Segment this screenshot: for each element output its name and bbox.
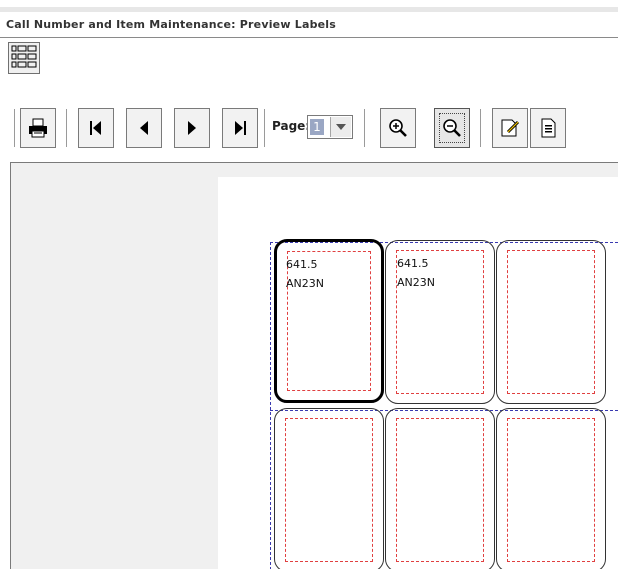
label-cut-line <box>396 418 484 562</box>
previous-page-button[interactable] <box>126 108 162 148</box>
label-call-number: 641.5 <box>286 258 318 271</box>
last-page-icon <box>235 121 246 135</box>
next-page-icon <box>188 121 196 135</box>
label-call-number: 641.5 <box>397 257 429 270</box>
label-cell[interactable]: 641.5 AN23N <box>274 239 384 403</box>
first-page-icon <box>90 121 101 135</box>
edit-icon <box>501 119 520 137</box>
label-layout-button[interactable] <box>8 42 40 74</box>
page-select[interactable]: 1 <box>307 115 353 139</box>
focus-rectangle <box>439 113 465 143</box>
title-bar: Call Number and Item Maintenance: Previe… <box>0 0 618 38</box>
preview-toolbar: Page: 1 <box>0 108 618 150</box>
sheet-guide-line <box>270 242 271 569</box>
first-page-button[interactable] <box>78 108 114 148</box>
toolbar-separator <box>480 109 484 147</box>
toolbar-separator <box>66 109 70 147</box>
label-cut-line <box>287 251 371 391</box>
label-cell[interactable] <box>496 240 606 404</box>
print-icon <box>29 118 47 138</box>
label-sheet: 641.5 AN23N 641.5 AN23N <box>218 177 618 569</box>
label-cell[interactable] <box>385 408 495 569</box>
page-select-arrow[interactable] <box>330 117 351 137</box>
zoom-in-button[interactable] <box>380 108 416 148</box>
toolbar-separator <box>14 109 18 147</box>
label-cut-line <box>285 418 373 562</box>
label-grid-icon <box>11 45 37 68</box>
zoom-in-icon <box>389 119 407 137</box>
document-icon <box>541 118 556 138</box>
toolbar-separator <box>364 109 368 147</box>
zoom-out-button[interactable] <box>434 108 470 148</box>
next-page-button[interactable] <box>174 108 210 148</box>
preview-area: 641.5 AN23N 641.5 AN23N <box>10 162 618 569</box>
last-page-button[interactable] <box>222 108 258 148</box>
label-cell[interactable] <box>496 408 606 569</box>
chevron-down-icon <box>336 124 346 130</box>
toolbar-separator <box>264 109 268 147</box>
page-label: Page: <box>272 119 311 133</box>
label-cut-line <box>507 418 595 562</box>
label-cut-line <box>507 250 595 394</box>
label-cell[interactable] <box>274 408 384 569</box>
previous-page-icon <box>140 121 148 135</box>
label-cutter: AN23N <box>397 276 435 289</box>
document-button[interactable] <box>530 108 566 148</box>
title-bar-band <box>0 7 618 12</box>
window-title: Call Number and Item Maintenance: Previe… <box>6 18 337 31</box>
label-cut-line <box>396 250 484 394</box>
title-divider <box>0 37 618 38</box>
edit-button[interactable] <box>492 108 528 148</box>
page-select-value: 1 <box>310 119 324 135</box>
label-cutter: AN23N <box>286 277 324 290</box>
print-button[interactable] <box>20 108 56 148</box>
label-cell[interactable]: 641.5 AN23N <box>385 240 495 404</box>
